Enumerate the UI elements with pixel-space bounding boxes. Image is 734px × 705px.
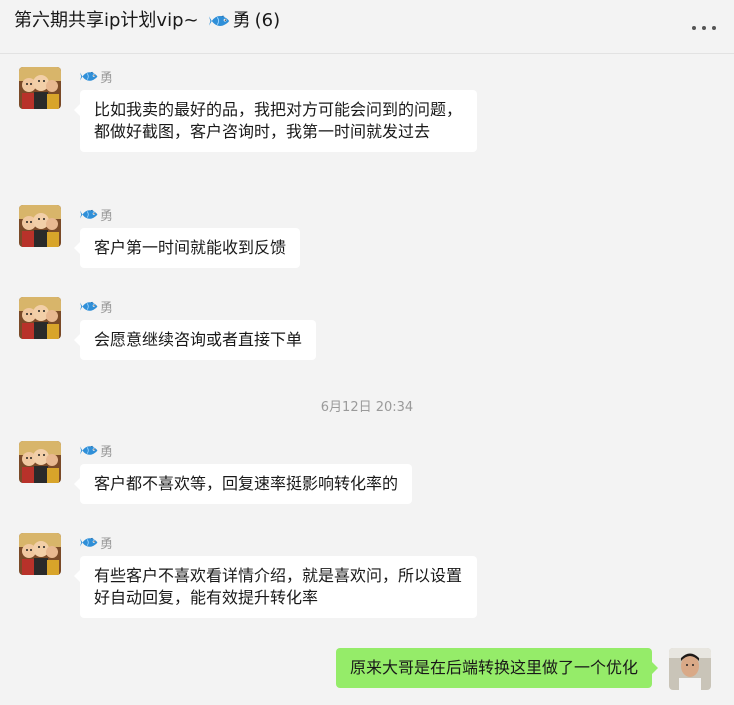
avatar[interactable] xyxy=(19,533,61,575)
message-bubble[interactable]: 客户第一时间就能收到反馈 xyxy=(73,228,301,268)
message-timestamp: 6月12日 20:34 xyxy=(320,400,414,415)
fish-icon xyxy=(80,444,99,457)
message-bubble[interactable]: 客户都不喜欢等，回复速率挺影响转化率的 xyxy=(73,464,413,504)
self-avatar[interactable] xyxy=(669,648,711,690)
fish-icon xyxy=(80,70,99,83)
sender-name: 勇 xyxy=(80,205,113,224)
sender-name: 勇 xyxy=(80,441,113,460)
sender-name: 勇 xyxy=(80,67,113,86)
member-count: (6) xyxy=(254,10,281,31)
avatar[interactable] xyxy=(19,297,61,339)
sender-name: 勇 xyxy=(80,533,113,552)
fish-icon xyxy=(80,300,99,313)
chat-title: 第六期共享ip计划vip~ 勇 (6) xyxy=(14,9,280,33)
fish-icon xyxy=(209,13,231,29)
group-name: 第六期共享ip计划vip~ xyxy=(14,10,199,31)
fish-icon xyxy=(80,536,99,549)
avatar[interactable] xyxy=(19,67,61,109)
message-bubble[interactable]: 会愿意继续咨询或者直接下单 xyxy=(73,320,317,360)
self-message-bubble[interactable]: 原来大哥是在后端转换这里做了一个优化 xyxy=(335,648,659,688)
message-bubble[interactable]: 比如我卖的最好的品，我把对方可能会问到的问题，都做好截图，客户咨询时，我第一时间… xyxy=(74,90,477,152)
message-bubble[interactable]: 有些客户不喜欢看详情介绍，就是喜欢问，所以设置好自动回复，能有效提升转化率 xyxy=(74,556,477,618)
sender-name: 勇 xyxy=(80,297,113,316)
more-options-icon[interactable] xyxy=(692,18,716,38)
title-member-name: 勇 xyxy=(232,10,251,31)
avatar[interactable] xyxy=(19,205,61,247)
chat-header: 第六期共享ip计划vip~ 勇 (6) xyxy=(0,0,734,54)
avatar[interactable] xyxy=(19,441,61,483)
fish-icon xyxy=(80,208,99,221)
